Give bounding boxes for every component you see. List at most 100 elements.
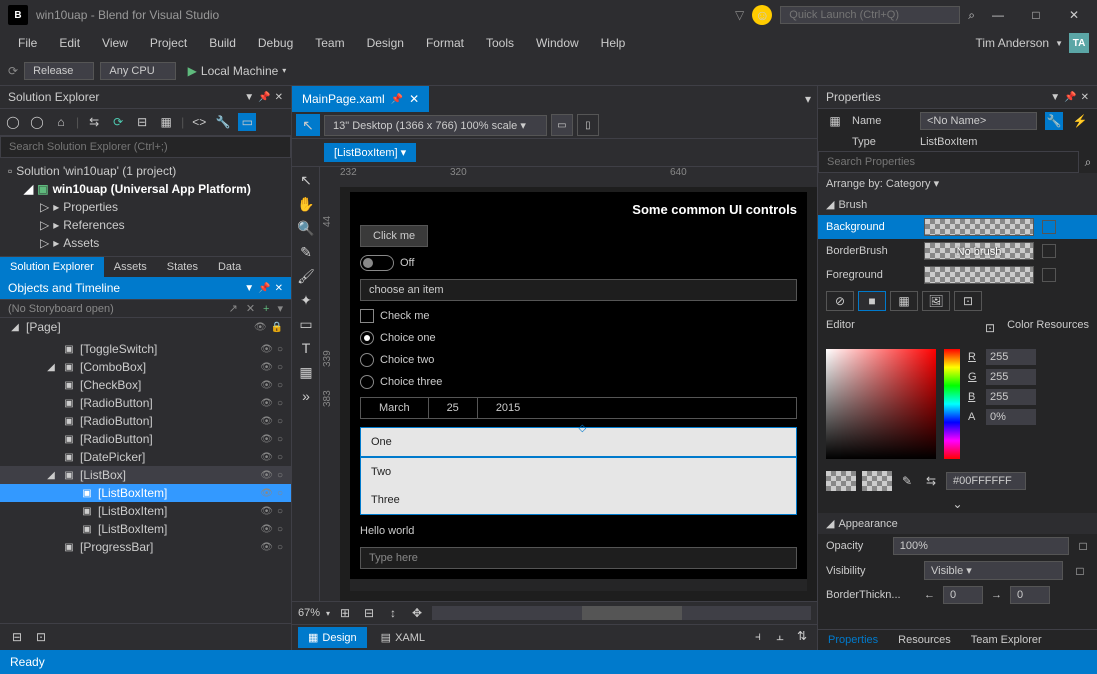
swap-icon[interactable]: ⇅ [793,627,811,645]
pointer-tool[interactable]: ↖ [296,114,320,136]
timeline-item[interactable]: ▣[RadioButton]👁○ [0,394,291,412]
color-picker-sq[interactable] [826,349,936,459]
design-tab[interactable]: ▦Design [298,627,367,648]
g-input[interactable] [986,369,1036,385]
lock-icon[interactable]: 🔒 [271,322,283,333]
timeline-item[interactable]: ▣[DatePicker]👁○ [0,448,291,466]
menu-view[interactable]: View [92,32,138,54]
dropdown-icon[interactable]: ▼ [1055,39,1063,48]
grid-icon[interactable]: ⊞ [336,604,354,622]
zoom-tool[interactable]: 🔍 [294,217,318,239]
visibility-icon[interactable]: 👁 [260,506,273,517]
menu-build[interactable]: Build [199,32,246,54]
events-mode-icon[interactable]: ⚡ [1071,112,1089,130]
showfiles-icon[interactable]: ▦ [157,113,175,131]
expand-tool[interactable]: » [294,385,318,407]
add-sb-icon[interactable]: + [263,303,269,315]
close-tab-icon[interactable]: ✕ [409,92,419,106]
page-root[interactable]: ◢[Page] 👁🔒 [0,318,291,336]
name-input[interactable] [920,112,1037,130]
pin-icon[interactable]: 📌 [258,92,270,103]
search-icon[interactable]: ⌕ [968,8,975,23]
timeline-item[interactable]: ▣[ListBoxItem]👁○ [0,502,291,520]
solid-tab[interactable]: ■ [858,291,886,311]
menu-help[interactable]: Help [591,32,636,54]
visibility-icon[interactable]: 👁 [260,488,273,499]
preview-icon[interactable]: ▭ [238,113,256,131]
rect-tool[interactable]: ▭ [294,313,318,335]
visibility-icon[interactable]: 👁 [260,398,273,409]
close-icon[interactable]: ✕ [275,283,283,294]
mock-checkbox[interactable]: Check me [360,309,797,323]
proptab-properties[interactable]: Properties [818,630,888,650]
border-r-input[interactable] [1010,586,1050,604]
properties-search-input[interactable] [818,151,1079,173]
swap-color-icon[interactable]: ⇆ [922,472,940,490]
visibility-icon[interactable]: 👁 [260,470,273,481]
hue-slider[interactable] [944,349,960,459]
timeline-item[interactable]: ◢▣[ListBox]👁○ [0,466,291,484]
pin-icon[interactable]: 📌 [1064,92,1076,103]
timeline-item[interactable]: ▣[ProgressBar]👁○ [0,538,291,556]
solution-search-input[interactable] [0,136,291,158]
visibility-icon[interactable]: 👁 [260,434,273,445]
split-h-icon[interactable]: ⫠ [771,627,789,645]
menu-edit[interactable]: Edit [49,32,90,54]
nobrush-tab[interactable]: ⊘ [826,291,854,311]
tree-node[interactable]: ▷▸ References [0,216,291,234]
tl-icon1[interactable]: ⊟ [8,628,26,646]
visibility-icon[interactable]: 👁 [260,416,273,427]
mock-listbox[interactable]: One Two Three [360,427,797,515]
eyedropper-tool[interactable]: ✎ [294,241,318,263]
appearance-category[interactable]: ◢Appearance [818,513,1097,534]
back-icon[interactable]: ◯ [4,113,22,131]
dropdown-icon[interactable]: ▾ [277,302,283,315]
select-tool[interactable]: ↖ [294,169,318,191]
timeline-item[interactable]: ▣[RadioButton]👁○ [0,430,291,448]
sync-icon[interactable]: ⇆ [85,113,103,131]
pin-icon[interactable]: 📌 [391,94,403,105]
mock-button[interactable]: Click me [360,225,428,247]
config-dropdown[interactable]: Release [24,62,94,80]
close-icon[interactable]: ✕ [275,92,283,103]
brush-category[interactable]: ◢Brush [818,194,1097,215]
run-button[interactable]: ▶Local Machine ▾ [182,62,293,80]
timeline-item[interactable]: ▣[ListBoxItem]👁○ [0,484,291,502]
visibility-icon[interactable]: 👁 [260,524,273,535]
mock-combo[interactable]: choose an item [360,279,797,301]
eyedrop-icon[interactable]: ✎ [898,472,916,490]
mock-radio-2[interactable]: Choice two [360,353,797,367]
menu-format[interactable]: Format [416,32,474,54]
lock-icon[interactable]: ○ [277,452,283,463]
doc-dropdown-icon[interactable]: ▾ [799,90,817,108]
wand-tool[interactable]: ✦ [294,289,318,311]
menu-file[interactable]: File [8,32,47,54]
r-input[interactable] [986,349,1036,365]
lock-icon[interactable]: ○ [277,344,283,355]
lock-icon[interactable]: ○ [277,434,283,445]
menu-team[interactable]: Team [305,32,354,54]
breadcrumb-chip[interactable]: [ListBoxItem] ▾ [324,143,416,162]
close-icon[interactable]: ✕ [1081,92,1089,103]
pin-icon[interactable]: 📌 [258,283,270,294]
user-name[interactable]: Tim Anderson [975,36,1049,50]
timeline-item[interactable]: ▣[ToggleSwitch]👁○ [0,340,291,358]
mock-datepicker[interactable]: March252015 [360,397,797,419]
orientation-portrait[interactable]: ▯ [577,114,599,136]
visibility-icon[interactable]: 👁 [260,362,273,373]
lock-icon[interactable]: ○ [277,542,283,553]
quick-launch-input[interactable] [780,6,960,24]
lock-icon[interactable]: ○ [277,362,283,373]
lock-icon[interactable]: ○ [277,524,283,535]
resource-tab[interactable]: ⊡ [954,291,982,311]
menu-debug[interactable]: Debug [248,32,303,54]
expand-brush-icon[interactable]: ⌄ [818,495,1097,513]
dropdown-icon[interactable]: ▼ [244,283,254,294]
close-button[interactable]: ✕ [1059,3,1089,27]
snapline-icon[interactable]: ↕ [384,604,402,622]
h-scrollbar[interactable] [432,606,811,620]
project-node[interactable]: ◢▣win10uap (Universal App Platform) [0,180,291,198]
timeline-item[interactable]: ◢▣[ComboBox]👁○ [0,358,291,376]
xaml-tab[interactable]: ▤XAML [371,627,435,648]
refresh-icon[interactable]: ⟳ [109,113,127,131]
